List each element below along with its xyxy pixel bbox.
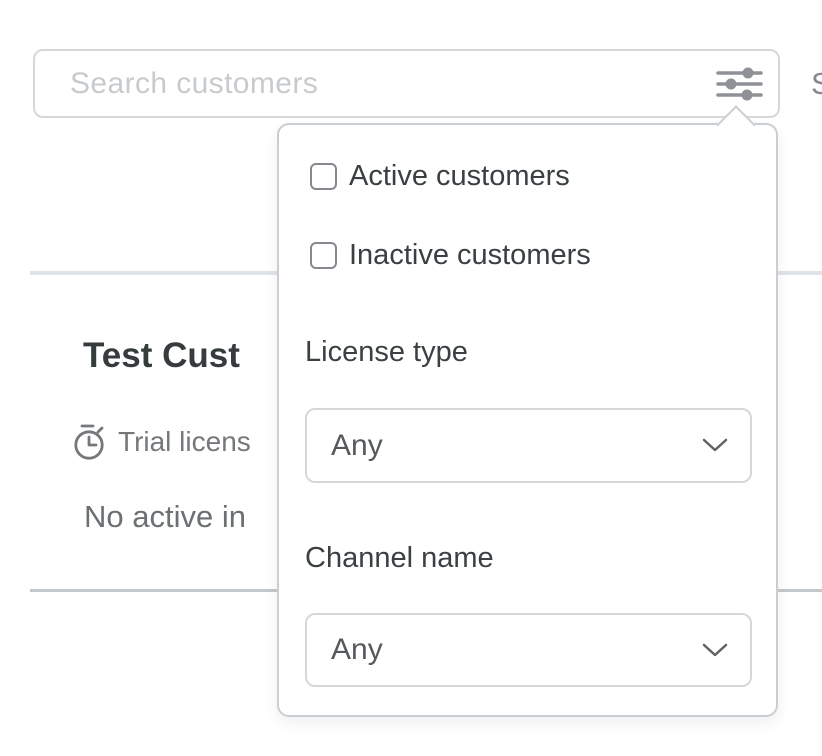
customer-status-text: No active in	[84, 500, 246, 534]
customer-license-row: Trial licens	[73, 423, 251, 461]
license-type-label: License type	[305, 335, 468, 369]
customer-license-text: Trial licens	[118, 425, 251, 459]
active-customers-option[interactable]: Active customers	[310, 161, 570, 192]
inactive-customers-checkbox[interactable]	[310, 242, 337, 269]
partial-right-text: S	[811, 66, 822, 102]
active-customers-checkbox[interactable]	[310, 163, 337, 190]
active-customers-label: Active customers	[349, 161, 570, 192]
inactive-customers-label: Inactive customers	[349, 240, 591, 271]
search-box	[33, 49, 780, 118]
channel-name-value: Any	[331, 633, 383, 667]
chevron-down-icon	[702, 438, 728, 453]
search-input[interactable]	[35, 51, 778, 116]
inactive-customers-option[interactable]: Inactive customers	[310, 240, 591, 271]
page: S Test Cust Trial licens No active in Ac…	[0, 0, 822, 756]
license-type-value: Any	[331, 429, 383, 463]
license-type-select[interactable]: Any	[305, 408, 752, 483]
channel-name-label: Channel name	[305, 541, 494, 575]
filter-popover: Active customers Inactive customers Lice…	[277, 123, 778, 717]
filter-sliders-icon	[715, 66, 763, 102]
trial-clock-icon	[73, 423, 107, 461]
channel-name-select[interactable]: Any	[305, 613, 752, 687]
filter-button[interactable]	[712, 63, 766, 105]
chevron-down-icon	[702, 643, 728, 658]
customer-name: Test Cust	[83, 337, 240, 375]
